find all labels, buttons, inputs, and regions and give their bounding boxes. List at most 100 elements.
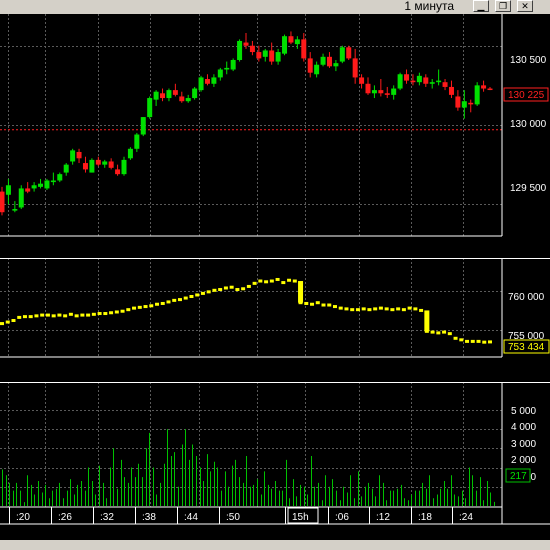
candle-body (352, 58, 358, 78)
candle-body (217, 69, 223, 78)
candle-body (198, 77, 204, 91)
minimize-button[interactable]: ▁ (473, 0, 489, 12)
ticks-point (91, 312, 96, 316)
ticks-point (378, 306, 383, 310)
candle-body (63, 164, 69, 173)
ticks-point (177, 298, 182, 302)
candle-body (262, 50, 268, 57)
ticks-point (361, 307, 366, 311)
ticks-point (373, 307, 378, 311)
ticks-point (166, 300, 171, 304)
volume-chart-panel[interactable]: 5 000 4 000 3 000 2 000 1 000 217 :20:26… (0, 382, 550, 540)
time-label: :24 (459, 512, 473, 523)
candle-body (211, 77, 217, 84)
candle-body (121, 159, 127, 175)
time-label: :32 (100, 512, 114, 523)
volume-label-4000: 4 000 (511, 422, 536, 433)
volume-label-5000: 5 000 (511, 406, 536, 417)
ticks-point (350, 308, 355, 312)
candle-body (294, 39, 300, 45)
ticks-point (206, 290, 211, 294)
candle-body (230, 59, 236, 70)
candle-body (365, 83, 371, 94)
volume-bar-chart: 5 000 4 000 3 000 2 000 1 000 217 :20:26… (0, 382, 550, 525)
ticks-point (367, 308, 372, 312)
restore-button[interactable]: ❐ (495, 0, 511, 12)
ticks-point (235, 288, 240, 292)
window-titlebar: 1 минута ▁ ❐ ✕ (0, 0, 550, 14)
ticks-point (160, 301, 165, 305)
ticks-point (183, 296, 188, 300)
ticks-point (442, 330, 447, 334)
candle-body (339, 47, 345, 62)
candle-body (95, 159, 101, 165)
candle-body (31, 185, 37, 189)
ticks-point (109, 311, 114, 315)
price-label-130000: 130 000 (510, 119, 547, 130)
ticks-point (189, 295, 194, 299)
ticks-point (413, 307, 418, 311)
candle-body (436, 80, 442, 83)
candle-body (288, 36, 294, 43)
candle-body (127, 148, 133, 159)
candle-body (153, 91, 159, 100)
candle-body (50, 180, 56, 183)
candle-body (391, 88, 397, 95)
ticks-point (149, 304, 154, 308)
ticks-point (86, 313, 91, 317)
candle-body (378, 90, 384, 94)
time-label: :20 (16, 512, 30, 523)
ticks-point (103, 312, 108, 316)
ticks-point (332, 305, 337, 309)
candle-body (185, 98, 191, 102)
ticks-point (74, 314, 79, 318)
candle-body (320, 56, 326, 65)
candle-body (224, 67, 230, 70)
candle-body (70, 150, 76, 162)
ticks-point (120, 309, 125, 313)
candle-body (269, 50, 275, 62)
candle-body (346, 47, 352, 59)
ticks-point (126, 308, 131, 312)
volume-label-3000: 3 000 (511, 439, 536, 450)
ticks-point (172, 298, 177, 302)
candle-body (307, 58, 313, 73)
candle-body (468, 102, 474, 105)
price-candlestick-chart: 130 500 130 000 129 500 130 225 (0, 14, 549, 237)
ticks-point (22, 315, 27, 319)
ticks-point (241, 287, 246, 291)
candle-body (326, 56, 332, 67)
ticks-point (17, 315, 22, 319)
candle-body (249, 45, 255, 53)
ticks-point (488, 340, 492, 344)
price-label-129500: 129 500 (510, 183, 547, 194)
candle-body (57, 174, 63, 181)
ticks-point (45, 313, 50, 317)
candle-body (160, 93, 166, 99)
ticks-point (292, 279, 297, 283)
candle-body (82, 163, 88, 170)
time-label: :50 (226, 512, 240, 523)
ticks-point (396, 307, 401, 311)
ticks-chart-panel[interactable]: 760 000 755 000 753 434 (0, 258, 550, 372)
price-chart-panel[interactable]: 130 500 130 000 129 500 130 225 (0, 14, 550, 249)
candle-body (18, 188, 24, 208)
ticks-point (470, 339, 475, 343)
candle-body (5, 185, 11, 195)
candle-body (179, 96, 185, 102)
candle-body (12, 209, 18, 211)
ticks-point (132, 306, 137, 310)
ticks-point (51, 314, 56, 318)
ticks-point (419, 308, 424, 312)
ticks-point (63, 314, 68, 318)
ticks-line-chart: 760 000 755 000 753 434 (0, 258, 550, 358)
close-button[interactable]: ✕ (517, 0, 533, 12)
candle-body (275, 52, 281, 62)
candle-body (25, 188, 31, 192)
current-ticks-value: 753 434 (508, 342, 545, 353)
candle-body (204, 79, 210, 84)
candle-body (474, 85, 480, 105)
ticks-point (424, 329, 429, 333)
ticks-point (143, 305, 148, 309)
ticks-point (57, 313, 62, 317)
